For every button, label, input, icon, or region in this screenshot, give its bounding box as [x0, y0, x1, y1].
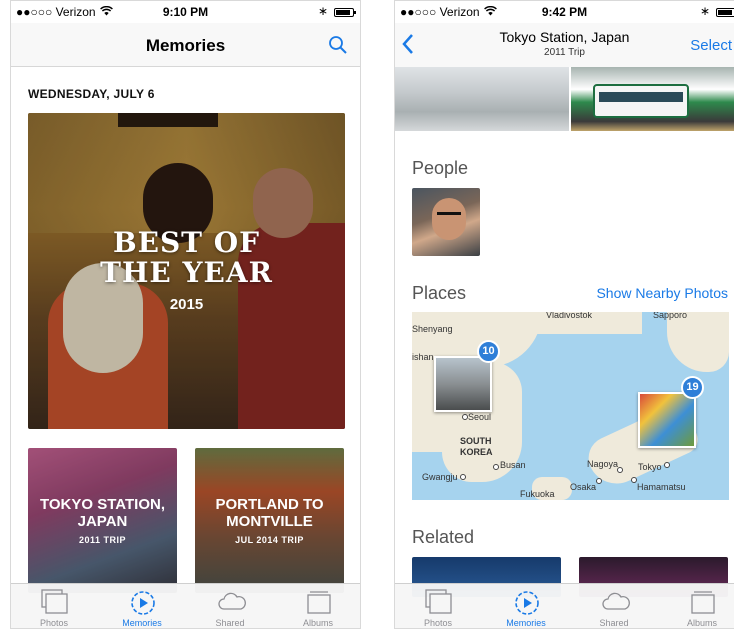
memory-detail-screen: ●●○○○ Verizon 9:42 PM ∗ Tokyo Station, J…	[394, 0, 734, 629]
hero-subtitle: 2015	[169, 296, 204, 313]
cloud-icon	[602, 592, 630, 610]
memories-icon	[515, 591, 539, 615]
tab-albums[interactable]: Albums	[667, 584, 734, 628]
map-photo-japan[interactable]	[638, 392, 696, 448]
city-dot	[631, 477, 637, 483]
status-time: 9:42 PM	[541, 5, 588, 19]
tab-photos[interactable]: Photos	[19, 584, 89, 628]
map-photo-korea[interactable]	[434, 356, 492, 412]
memory-hero-card[interactable]: BEST OF THE YEAR 2015	[28, 113, 345, 429]
city-dot	[493, 464, 499, 470]
battery-icon	[716, 8, 734, 17]
hero-title: BEST OF THE YEAR	[100, 226, 273, 289]
date-heading: WEDNESDAY, JULY 6	[28, 87, 155, 101]
related-heading: Related	[412, 527, 475, 547]
status-bar: ●●○○○ Verizon 9:42 PM ∗	[395, 1, 734, 23]
photo-count-pin[interactable]: 10	[477, 340, 500, 363]
albums-icon	[691, 591, 715, 614]
tab-photos[interactable]: Photos	[403, 584, 473, 628]
city-dot	[460, 474, 466, 480]
photo-thumbnail[interactable]	[395, 67, 569, 131]
city-dot	[462, 414, 468, 420]
memories-screen: ●●○○○ Verizon 9:10 PM ∗ Memories WEDNESD…	[10, 0, 361, 629]
card-subtitle: JUL 2014 TRIP	[235, 535, 304, 545]
places-map[interactable]: Shenyang Vladivostok Sapporo ishan Seoul…	[412, 312, 729, 500]
nav-bar: Memories	[11, 23, 360, 67]
photos-icon	[41, 589, 68, 614]
page-subtitle: 2011 Trip	[544, 47, 585, 58]
show-nearby-photos-link[interactable]: Show Nearby Photos	[596, 285, 728, 301]
photo-thumbnail[interactable]	[571, 67, 734, 131]
photo-count-pin[interactable]: 19	[681, 376, 704, 399]
tab-bar: Photos Memories Shared Albums	[395, 583, 734, 628]
city-dot	[664, 462, 670, 468]
photos-icon	[425, 589, 452, 614]
card-title: TOKYO STATION, JAPAN	[39, 496, 165, 530]
select-button[interactable]: Select	[690, 37, 732, 54]
tab-shared[interactable]: Shared	[579, 584, 649, 628]
bluetooth-icon: ∗	[317, 4, 328, 18]
bluetooth-icon: ∗	[699, 4, 710, 18]
memory-card-portland[interactable]: PORTLAND TO MONTVILLE JUL 2014 TRIP	[195, 448, 344, 593]
albums-icon	[307, 591, 331, 614]
tab-bar: Photos Memories Shared Albums	[11, 583, 360, 628]
tab-albums[interactable]: Albums	[283, 584, 353, 628]
nav-bar: Tokyo Station, Japan 2011 Trip Select	[395, 23, 734, 67]
page-title: Memories	[145, 36, 226, 55]
tab-shared[interactable]: Shared	[195, 584, 265, 628]
person-thumbnail[interactable]	[412, 188, 480, 256]
tab-memories[interactable]: Memories	[107, 584, 177, 628]
status-bar: ●●○○○ Verizon 9:10 PM ∗	[11, 1, 360, 23]
cloud-icon	[218, 592, 246, 610]
status-time: 9:10 PM	[162, 5, 209, 19]
page-title: Tokyo Station, Japan	[499, 29, 630, 45]
search-icon[interactable]	[328, 35, 348, 55]
card-title: PORTLAND TO MONTVILLE	[215, 496, 324, 530]
battery-icon	[334, 8, 356, 17]
city-dot	[617, 467, 623, 473]
bus	[593, 84, 689, 118]
places-heading: Places	[412, 283, 467, 303]
memory-card-tokyo[interactable]: TOKYO STATION, JAPAN 2011 TRIP	[28, 448, 177, 593]
tab-memories[interactable]: Memories	[491, 584, 561, 628]
people-heading: People	[412, 158, 469, 178]
memories-icon	[131, 591, 155, 615]
city-dot	[596, 478, 602, 484]
card-subtitle: 2011 TRIP	[78, 535, 127, 545]
